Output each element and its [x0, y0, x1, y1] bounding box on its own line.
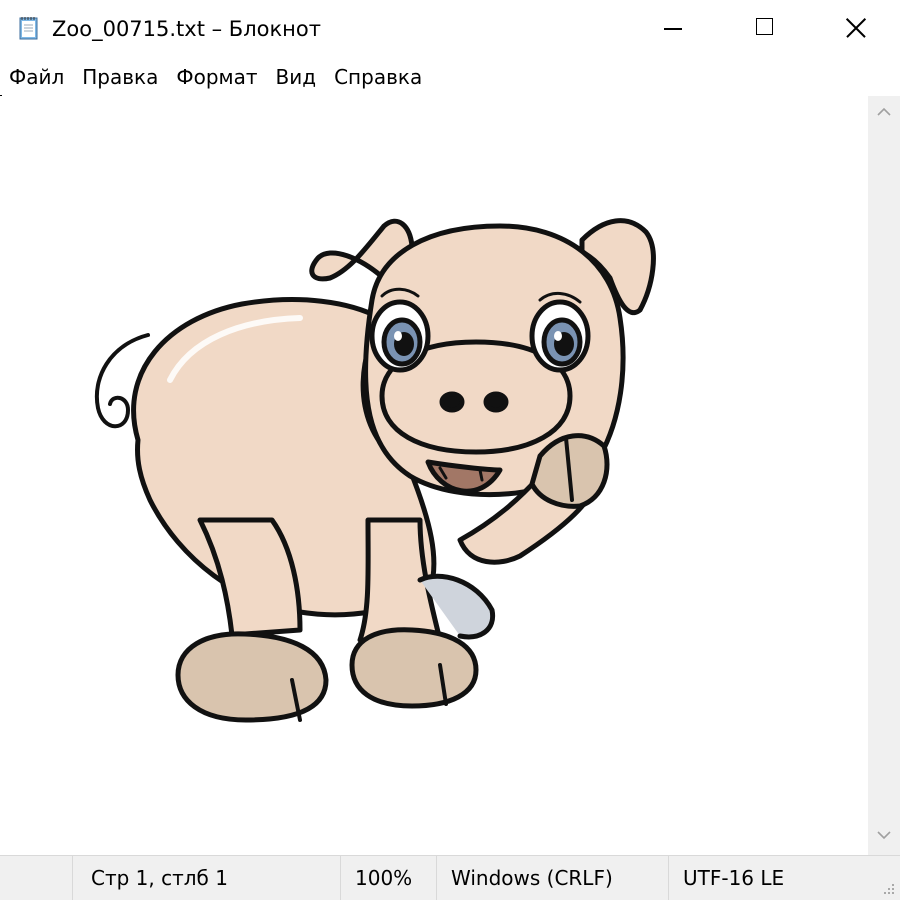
resize-grip-icon[interactable]: [880, 880, 896, 896]
maximize-icon: [756, 18, 773, 35]
status-encoding: UTF-16 LE: [668, 856, 900, 900]
status-spacer: [0, 856, 72, 900]
menu-file[interactable]: Файл: [0, 60, 73, 94]
close-button[interactable]: [810, 0, 900, 57]
title-bar[interactable]: Zoo_00715.txt – Блокнот: [0, 0, 900, 57]
window-title: Zoo_00715.txt – Блокнот: [52, 17, 321, 41]
status-cursor-position: Стр 1, стлб 1: [72, 856, 340, 900]
notepad-icon[interactable]: [16, 15, 42, 41]
status-bar: Стр 1, стлб 1 100% Windows (CRLF) UTF-16…: [0, 855, 900, 900]
menu-help[interactable]: Справка: [325, 60, 431, 94]
vertical-scrollbar[interactable]: [868, 96, 900, 855]
minimize-button[interactable]: [626, 0, 718, 57]
status-line-ending: Windows (CRLF): [436, 856, 668, 900]
minimize-icon: [664, 28, 682, 30]
scroll-down-button[interactable]: [868, 819, 900, 855]
menu-edit[interactable]: Правка: [73, 60, 167, 94]
chevron-up-icon: [877, 107, 891, 116]
pig-icon: [94, 218, 656, 723]
menu-format[interactable]: Формат: [167, 60, 266, 94]
menu-view[interactable]: Вид: [267, 60, 326, 94]
status-zoom: 100%: [340, 856, 436, 900]
text-editor-area[interactable]: [0, 96, 868, 855]
menu-bar: Файл Правка Формат Вид Справка: [0, 60, 900, 94]
maximize-button[interactable]: [718, 0, 810, 57]
close-icon: [846, 18, 866, 38]
chevron-down-icon: [877, 831, 891, 840]
scroll-up-button[interactable]: [868, 96, 900, 132]
